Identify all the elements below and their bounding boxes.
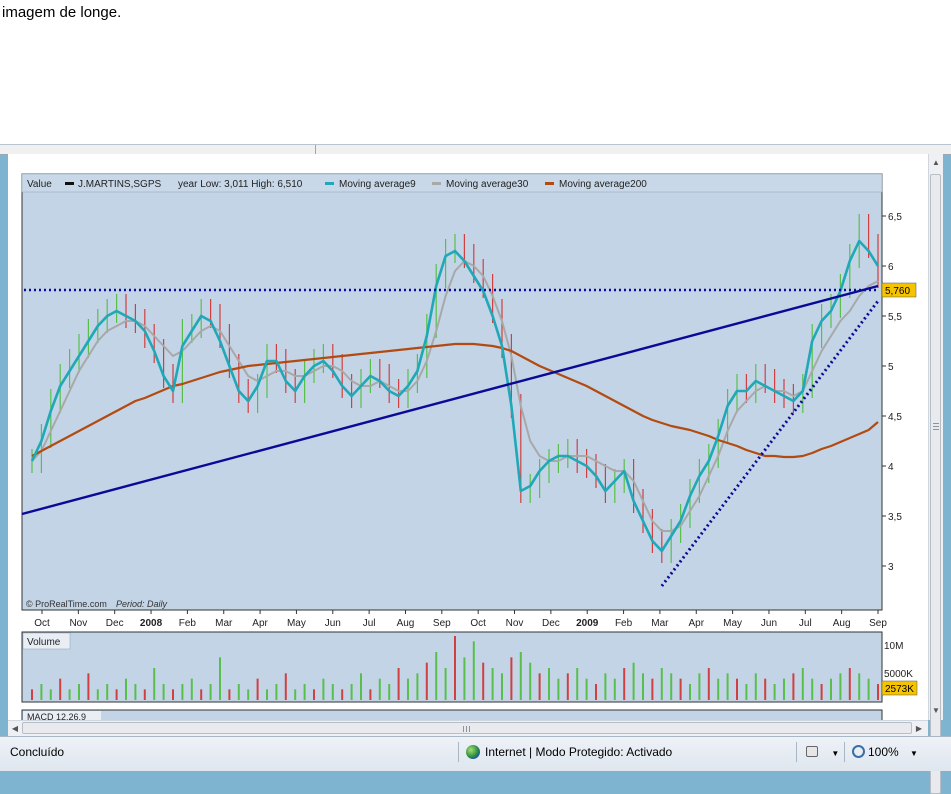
x-tick-label: Dec [106,618,124,629]
y-tick-label: 5,5 [888,312,902,323]
y-tick-label: 4,5 [888,412,902,423]
stock-chart: Value J.MARTINS,SGPS year Low: 3,011 Hig… [21,173,918,720]
y-tick-label: 4 [888,462,894,473]
chevron-down-icon: ▼ [831,749,840,758]
chart-viewport: Value J.MARTINS,SGPS year Low: 3,011 Hig… [8,154,928,720]
legend-ma30-swatch [432,182,441,185]
scroll-left-arrow-icon[interactable]: ◀ [8,721,22,736]
internet-globe-icon [466,745,480,759]
chart-period: Period: Daily [116,599,168,609]
chart-credit: © ProRealTime.com [26,599,107,609]
x-tick-label: Apr [688,618,704,629]
x-tick-label: 2008 [140,618,163,629]
volume-tick-10m: 10M [884,641,903,652]
y-tick-label: 5 [888,362,894,373]
x-tick-label: Mar [651,618,669,629]
y-tick-label: 6,5 [888,212,902,223]
x-tick-label: Jun [761,618,777,629]
y-tick-label: 3 [888,562,894,573]
x-tick-label: May [287,618,306,629]
security-zone[interactable]: Internet | Modo Protegido: Activado [466,743,672,761]
volume-label: Volume [27,637,61,648]
x-tick-label: Sep [433,618,451,629]
x-tick-label: 2009 [576,618,599,629]
last-value-label: 5,760 [885,286,910,297]
zoom-button[interactable]: 100% ▼ [852,743,918,761]
scroll-up-arrow-icon[interactable]: ▲ [929,156,943,170]
x-tick-label: Oct [34,618,50,629]
zoom-chevron-down-icon: ▼ [910,749,918,758]
status-bar: Concluído Internet | Modo Protegido: Act… [0,736,951,771]
y-tick-label: 6 [888,262,894,273]
x-tick-label: Nov [506,618,524,629]
macd-label: MACD 12,26,9 [27,712,86,720]
legend-year-range: year Low: 3,011 High: 6,510 [178,179,303,190]
x-tick-label: Oct [470,618,486,629]
zoom-icon [852,745,865,758]
x-tick-label: Aug [397,618,415,629]
x-tick-label: May [723,618,742,629]
legend-ma9: Moving average9 [339,179,416,190]
protected-mode-button[interactable]: ▼ [806,743,839,761]
x-tick-label: Apr [252,618,268,629]
x-tick-label: Dec [542,618,560,629]
security-zone-label: Internet | Modo Protegido: Activado [485,745,673,759]
legend-ma30: Moving average30 [446,179,529,190]
volume-panel [21,631,883,703]
x-tick-label: Jul [799,618,812,629]
x-tick-label: Nov [69,618,87,629]
horizontal-scrollbar[interactable]: ◀ ▶ [8,720,928,736]
vertical-scroll-thumb[interactable] [930,174,941,794]
x-tick-label: Sep [869,618,887,629]
horizontal-scroll-thumb[interactable] [22,722,912,734]
legend-ma200: Moving average200 [559,179,647,190]
legend-value: Value [27,179,52,190]
y-tick-label: 3,5 [888,512,902,523]
legend-ma9-swatch [325,182,334,185]
legend-ticker: J.MARTINS,SGPS [78,179,161,190]
x-tick-label: Mar [215,618,233,629]
legend-ticker-swatch [65,182,74,185]
x-tick-label: Feb [179,618,197,629]
x-tick-label: Aug [833,618,851,629]
vertical-scrollbar[interactable]: ▲ ▼ [928,154,943,794]
x-tick-label: Jun [325,618,341,629]
lock-icon [806,746,818,757]
macd-panel [21,709,883,720]
chart-panel [21,173,883,611]
status-text: Concluído [10,745,65,759]
scroll-right-arrow-icon[interactable]: ▶ [912,721,926,736]
page-text: imagem de longe. [0,0,951,145]
x-tick-label: Feb [615,618,633,629]
scroll-down-arrow-icon[interactable]: ▼ [929,704,943,718]
volume-last-label: 2573K [885,684,914,695]
x-tick-label: Jul [363,618,376,629]
legend-ma200-swatch [545,182,554,185]
volume-tick-5000k: 5000K [884,669,913,680]
zoom-level: 100% [868,745,899,759]
